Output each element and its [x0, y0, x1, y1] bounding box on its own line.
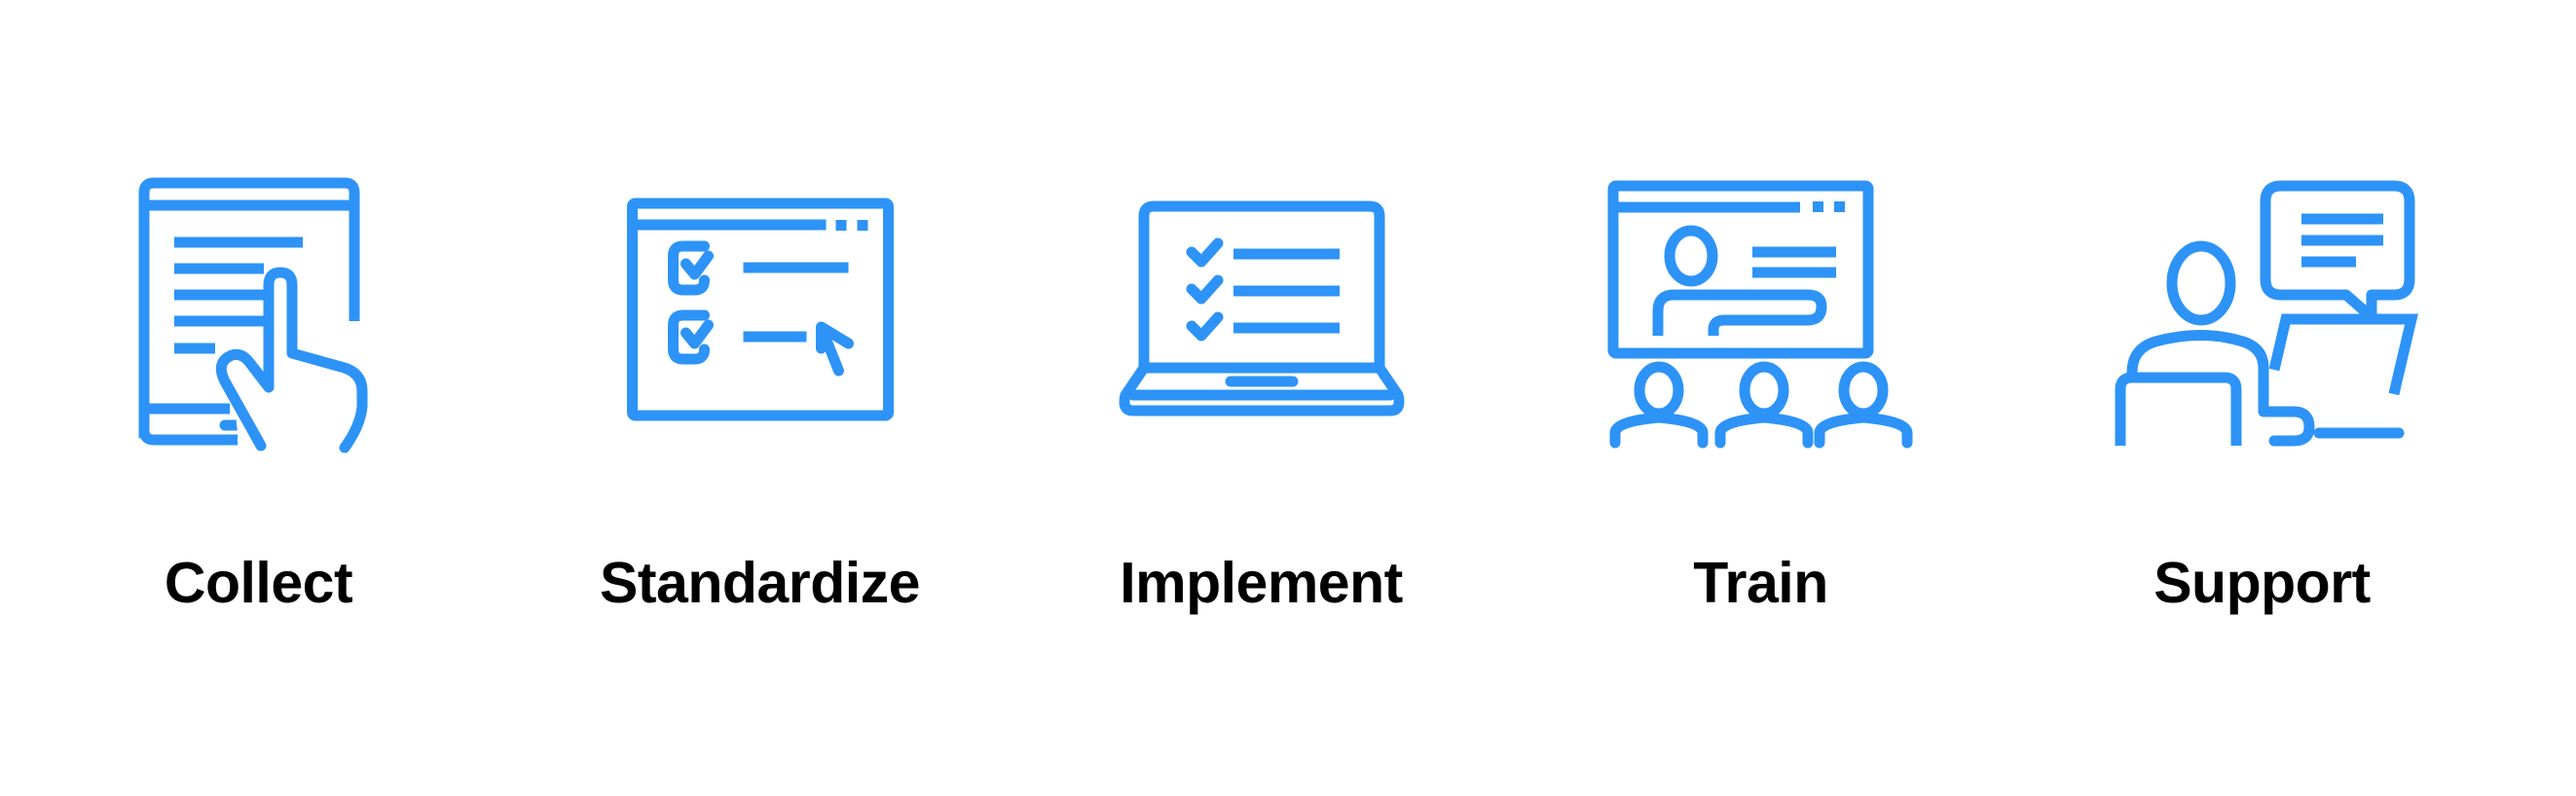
step-label: Collect [164, 551, 353, 615]
step-train: Train [1510, 0, 2011, 796]
step-label: Implement [1120, 551, 1403, 615]
step-label: Support [2153, 551, 2371, 615]
step-label: Standardize [600, 551, 920, 615]
tablet-touch-icon [132, 175, 386, 453]
support-agent-chat-icon [2107, 178, 2418, 447]
laptop-checklist-icon [1116, 200, 1408, 422]
presentation-audience-icon [1605, 178, 1917, 449]
step-implement: Implement [1011, 0, 1512, 796]
step-label: Train [1693, 551, 1828, 615]
checklist-window-icon [626, 198, 894, 421]
step-support: Support [2011, 0, 2513, 796]
step-standardize: Standardize [509, 0, 1011, 796]
step-collect: Collect [8, 0, 509, 796]
